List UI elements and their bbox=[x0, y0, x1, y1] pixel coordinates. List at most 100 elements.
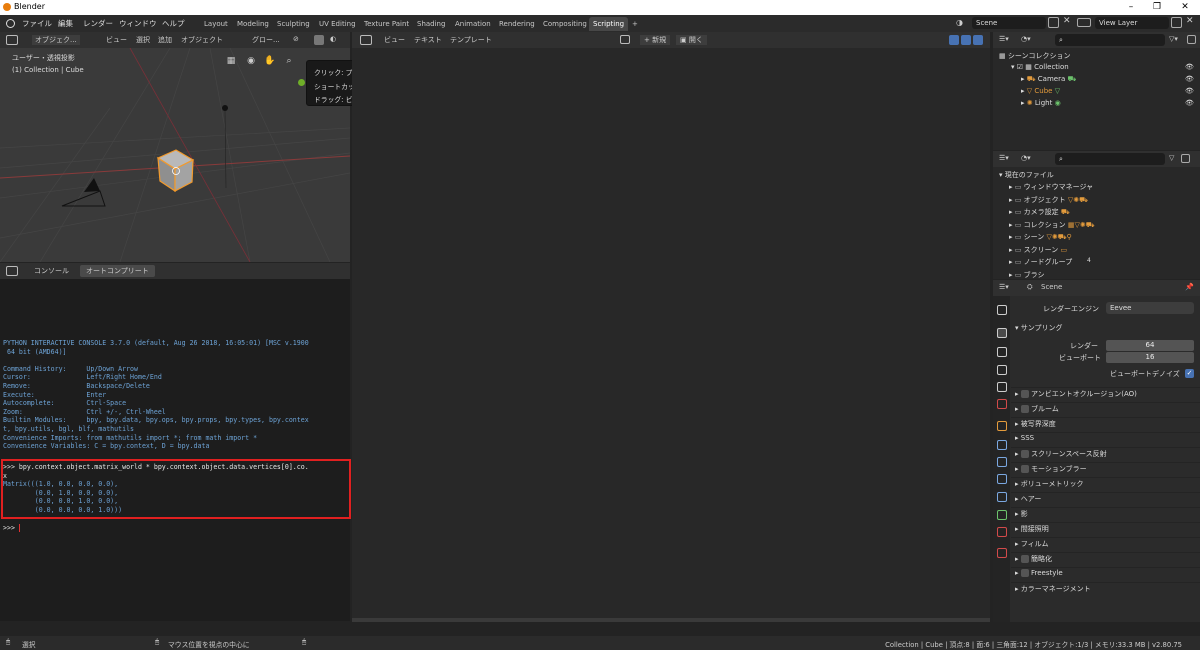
file-view-item[interactable]: ▸ ▭ ブラシ bbox=[1009, 270, 1044, 280]
tab-shading[interactable]: Shading bbox=[413, 17, 449, 31]
visibility-eye-icon[interactable]: 👁 bbox=[1185, 75, 1194, 83]
delete-view-layer-icon[interactable]: ✕ bbox=[1186, 16, 1194, 26]
pivot-icon[interactable]: ⊘ bbox=[293, 35, 299, 43]
text-menu-view[interactable]: ビュー bbox=[384, 35, 405, 45]
physics-tab-icon[interactable] bbox=[997, 474, 1007, 484]
viewport-denoise-checkbox[interactable]: ✓ bbox=[1185, 369, 1194, 378]
properties-panel-header[interactable]: ▸ ボリューメトリック bbox=[1015, 479, 1083, 489]
scene-icon[interactable]: ◑ bbox=[956, 18, 968, 28]
properties-panel-header[interactable]: ▸ スクリーンスペース反射 bbox=[1015, 449, 1107, 459]
3d-viewport[interactable]: ユーザー・透視投影 (1) Collection | Cube ▦ ◉ ✋ ⌕ bbox=[0, 48, 350, 262]
open-text-button[interactable]: ▣ 開く bbox=[676, 35, 707, 45]
particles-tab-icon[interactable] bbox=[997, 457, 1007, 467]
file-view-item[interactable]: ▸ ▭ コレクション ▦▽✺⛟ bbox=[1009, 220, 1095, 230]
add-workspace-button[interactable]: + bbox=[628, 17, 642, 31]
tab-compositing[interactable]: Compositing bbox=[539, 17, 591, 31]
minimize-button[interactable]: – bbox=[1120, 0, 1142, 15]
visibility-eye-icon[interactable]: 👁 bbox=[1185, 63, 1194, 71]
panel-enable-checkbox[interactable] bbox=[1020, 555, 1029, 563]
tab-rendering[interactable]: Rendering bbox=[495, 17, 539, 31]
tab-uv-editing[interactable]: UV Editing bbox=[315, 17, 360, 31]
python-console[interactable]: PYTHON INTERACTIVE CONSOLE 3.7.0 (defaul… bbox=[0, 279, 351, 536]
new-text-button[interactable]: + 新規 bbox=[640, 35, 671, 45]
render-samples-field[interactable]: 64 bbox=[1106, 340, 1194, 351]
properties-panel-header[interactable]: ▸ SSS bbox=[1015, 434, 1034, 442]
properties-panel-header[interactable]: ▸ 被写界深度 bbox=[1015, 419, 1056, 429]
menu-object[interactable]: オブジェクト bbox=[181, 35, 223, 45]
tab-sculpting[interactable]: Sculpting bbox=[273, 17, 314, 31]
properties-panel-header[interactable]: ▸ フィルム bbox=[1015, 539, 1048, 549]
camera-view-icon[interactable]: ◉ bbox=[245, 55, 257, 67]
pin-icon[interactable]: 📌 bbox=[1185, 283, 1194, 291]
delete-scene-icon[interactable]: ✕ bbox=[1063, 16, 1071, 26]
text-editor-type-icon[interactable] bbox=[360, 35, 372, 45]
render-tab-icon[interactable] bbox=[997, 328, 1007, 338]
view-layer-icon[interactable] bbox=[1077, 18, 1091, 27]
current-file-row[interactable]: ▾ 現在のファイル bbox=[999, 170, 1054, 180]
maximize-button[interactable]: ❐ bbox=[1146, 0, 1168, 15]
blender-menu-icon[interactable] bbox=[6, 19, 15, 28]
outliner-search-input[interactable]: ⌕ bbox=[1055, 34, 1165, 46]
file-view-item[interactable]: ▸ ▭ ノードグループ bbox=[1009, 257, 1072, 267]
pan-hand-icon[interactable]: ✋ bbox=[264, 55, 276, 67]
line-numbers-toggle[interactable] bbox=[949, 35, 959, 45]
visibility-eye-icon[interactable]: 👁 bbox=[1185, 99, 1194, 107]
outliner-item-camera[interactable]: ▸ ⛟ Camera ⛟ bbox=[1021, 75, 1076, 84]
file-filter-icon[interactable]: ▽ bbox=[1169, 154, 1174, 162]
tool-tab-icon[interactable] bbox=[997, 305, 1007, 315]
sampling-panel-header[interactable]: ▾ サンプリング bbox=[1015, 323, 1063, 333]
panel-enable-checkbox[interactable] bbox=[1020, 465, 1029, 473]
file-view-item[interactable]: ▸ ▭ スクリーン ▭ bbox=[1009, 245, 1067, 255]
proportional-edit-icon[interactable]: ◐ bbox=[330, 35, 336, 43]
menu-add[interactable]: 追加 bbox=[158, 35, 172, 45]
menu-select[interactable]: 選択 bbox=[136, 35, 150, 45]
object-mode-select[interactable]: オブジェク... bbox=[32, 35, 80, 45]
viewport-samples-field[interactable]: 16 bbox=[1106, 352, 1194, 363]
scene-collection-row[interactable]: ▦ シーンコレクション bbox=[999, 51, 1071, 61]
panel-enable-checkbox[interactable] bbox=[1020, 450, 1029, 458]
properties-panel-header[interactable]: ▸ カラーマネージメント bbox=[1015, 584, 1091, 594]
menu-file[interactable]: ファイル bbox=[22, 18, 52, 29]
file-view-editor-type-icon[interactable]: ☰▾ bbox=[999, 154, 1009, 162]
menu-edit[interactable]: 編集 bbox=[58, 18, 73, 29]
panel-enable-checkbox[interactable] bbox=[1020, 405, 1029, 413]
file-view-search-input[interactable]: ⌕ bbox=[1055, 153, 1165, 165]
texture-tab-icon[interactable] bbox=[997, 548, 1007, 558]
render-engine-select[interactable]: Eevee bbox=[1106, 302, 1194, 314]
visibility-eye-icon[interactable]: 👁 bbox=[1185, 87, 1194, 95]
snap-icon[interactable] bbox=[314, 35, 324, 45]
menu-view[interactable]: ビュー bbox=[106, 35, 127, 45]
collection-row[interactable]: ▾ ☑ ▦ Collection bbox=[1011, 63, 1069, 71]
tab-modeling[interactable]: Modeling bbox=[233, 17, 273, 31]
syntax-highlight-toggle[interactable] bbox=[973, 35, 983, 45]
properties-panel-header[interactable]: ▸ 簡略化 bbox=[1015, 554, 1052, 564]
modifier-tab-icon[interactable] bbox=[997, 440, 1007, 450]
transform-orientation-select[interactable]: グロー... bbox=[252, 35, 280, 45]
outliner-item-light[interactable]: ▸ ✺ Light ◉ bbox=[1021, 99, 1061, 107]
properties-panel-header[interactable]: ▸ 影 bbox=[1015, 509, 1028, 519]
view-layer-field[interactable]: View Layer bbox=[1095, 17, 1169, 29]
display-mode-icon[interactable]: ◔▾ bbox=[1021, 35, 1031, 43]
properties-panel-header[interactable]: ▸ ヘアー bbox=[1015, 494, 1041, 504]
scene-tab-icon[interactable] bbox=[997, 382, 1007, 392]
menu-render[interactable]: レンダー bbox=[83, 18, 113, 29]
properties-panel-header[interactable]: ▸ アンビエントオクルージョン(AO) bbox=[1015, 389, 1137, 399]
navigation-gizmo-green-dot[interactable] bbox=[298, 79, 305, 86]
text-editor-area[interactable] bbox=[352, 48, 990, 622]
world-tab-icon[interactable] bbox=[997, 399, 1007, 409]
properties-panel-header[interactable]: ▸ 間接照明 bbox=[1015, 524, 1049, 534]
console-prompt[interactable]: >>> bbox=[3, 524, 19, 533]
filter-icon[interactable]: ▽▾ bbox=[1169, 35, 1178, 43]
text-menu-text[interactable]: テキスト bbox=[414, 35, 442, 45]
properties-editor-type-icon[interactable]: ☰▾ bbox=[999, 283, 1009, 291]
file-view-item[interactable]: ▸ ▭ ウィンドウマネージャ bbox=[1009, 182, 1093, 192]
file-new-icon[interactable] bbox=[1181, 154, 1190, 163]
properties-panel-header[interactable]: ▸ ブルーム bbox=[1015, 404, 1059, 414]
text-menu-templates[interactable]: テンプレート bbox=[450, 35, 492, 45]
file-display-mode-icon[interactable]: ◔▾ bbox=[1021, 154, 1031, 162]
console-editor-type-icon[interactable] bbox=[6, 266, 18, 276]
file-view-item[interactable]: ▸ ▭ シーン ▽✺⛟⚲ bbox=[1009, 232, 1072, 242]
file-view-item[interactable]: ▸ ▭ カメラ設定 ⛟ bbox=[1009, 207, 1070, 217]
new-view-layer-icon[interactable] bbox=[1171, 17, 1182, 28]
word-wrap-toggle[interactable] bbox=[961, 35, 971, 45]
